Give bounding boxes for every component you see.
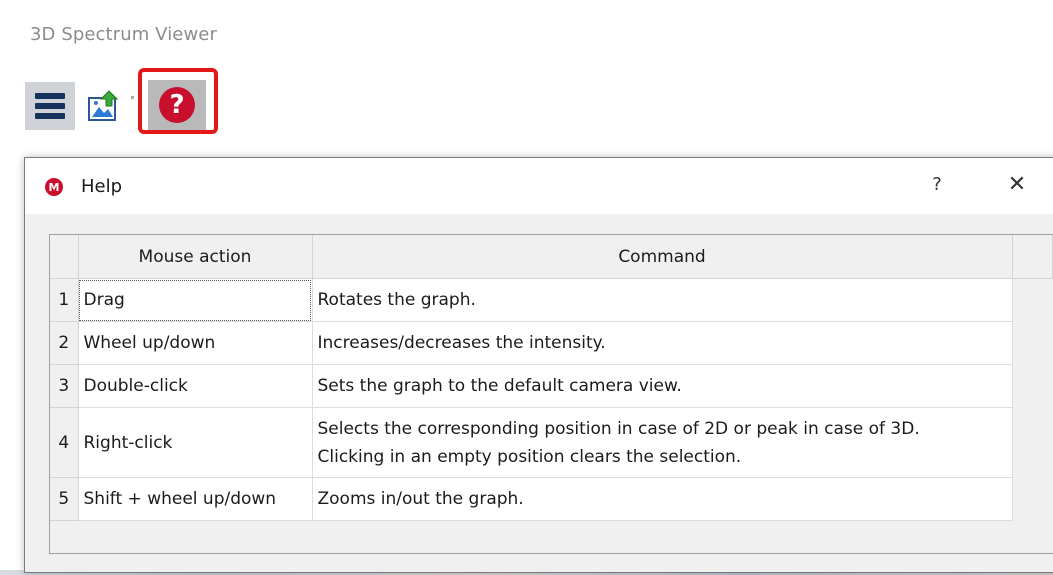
toolbar: ?: [20, 68, 1053, 138]
hamburger-menu-icon: [35, 93, 65, 119]
table-row[interactable]: 5 Shift + wheel up/down Zooms in/out the…: [50, 477, 1052, 521]
column-header-filler: [1012, 235, 1053, 279]
help-grid: Mouse action Command 1 Drag Rotates the …: [50, 235, 1053, 521]
column-header-mouse-action[interactable]: Mouse action: [78, 235, 313, 279]
row-number: 3: [50, 364, 79, 408]
mouse-actions-table: Mouse action Command 1 Drag Rotates the …: [49, 234, 1053, 554]
row-number: 2: [50, 321, 79, 365]
dialog-titlebar: M Help ? ✕: [25, 158, 1053, 214]
command-line-2: Clicking in an empty position clears the…: [317, 446, 742, 467]
row-number: 5: [50, 477, 79, 521]
corner-header: [50, 235, 79, 279]
command-cell[interactable]: Zooms in/out the graph.: [312, 477, 1013, 521]
help-dialog: M Help ? ✕ Mouse action Command 1 Drag R…: [24, 157, 1053, 573]
toolbar-separator: [131, 96, 134, 99]
export-image-icon: [88, 90, 119, 121]
table-row[interactable]: 3 Double-click Sets the graph to the def…: [50, 364, 1052, 408]
column-header-command[interactable]: Command: [312, 235, 1013, 279]
table-row[interactable]: 4 Right-click Selects the corresponding …: [50, 407, 1052, 478]
dialog-title: Help: [81, 176, 123, 197]
mouse-action-cell[interactable]: Shift + wheel up/down: [78, 477, 313, 521]
help-circle-icon: ?: [159, 87, 195, 123]
close-button[interactable]: ✕: [1005, 172, 1029, 197]
mouse-action-cell[interactable]: Right-click: [78, 407, 313, 478]
row-number: 1: [50, 278, 79, 322]
command-cell[interactable]: Selects the corresponding position in ca…: [312, 407, 1013, 478]
app-logo-icon: M: [45, 178, 63, 196]
row-number: 4: [50, 407, 79, 478]
table-row[interactable]: 1 Drag Rotates the graph.: [50, 278, 1052, 322]
help-button[interactable]: ?: [148, 80, 206, 130]
command-cell[interactable]: Sets the graph to the default camera vie…: [312, 364, 1013, 408]
table-header-row: Mouse action Command: [50, 235, 1053, 279]
command-line-1: Selects the corresponding position in ca…: [317, 418, 920, 439]
mouse-action-cell[interactable]: Double-click: [78, 364, 313, 408]
context-help-button[interactable]: ?: [927, 174, 947, 195]
mouse-action-cell[interactable]: Drag: [78, 278, 313, 322]
menu-button[interactable]: [25, 82, 75, 130]
command-cell[interactable]: Increases/decreases the intensity.: [312, 321, 1013, 365]
export-image-button[interactable]: [82, 85, 126, 127]
app-title: 3D Spectrum Viewer: [30, 24, 217, 45]
command-cell[interactable]: Rotates the graph.: [312, 278, 1013, 322]
mouse-action-cell[interactable]: Wheel up/down: [78, 321, 313, 365]
table-row[interactable]: 2 Wheel up/down Increases/decreases the …: [50, 321, 1052, 365]
